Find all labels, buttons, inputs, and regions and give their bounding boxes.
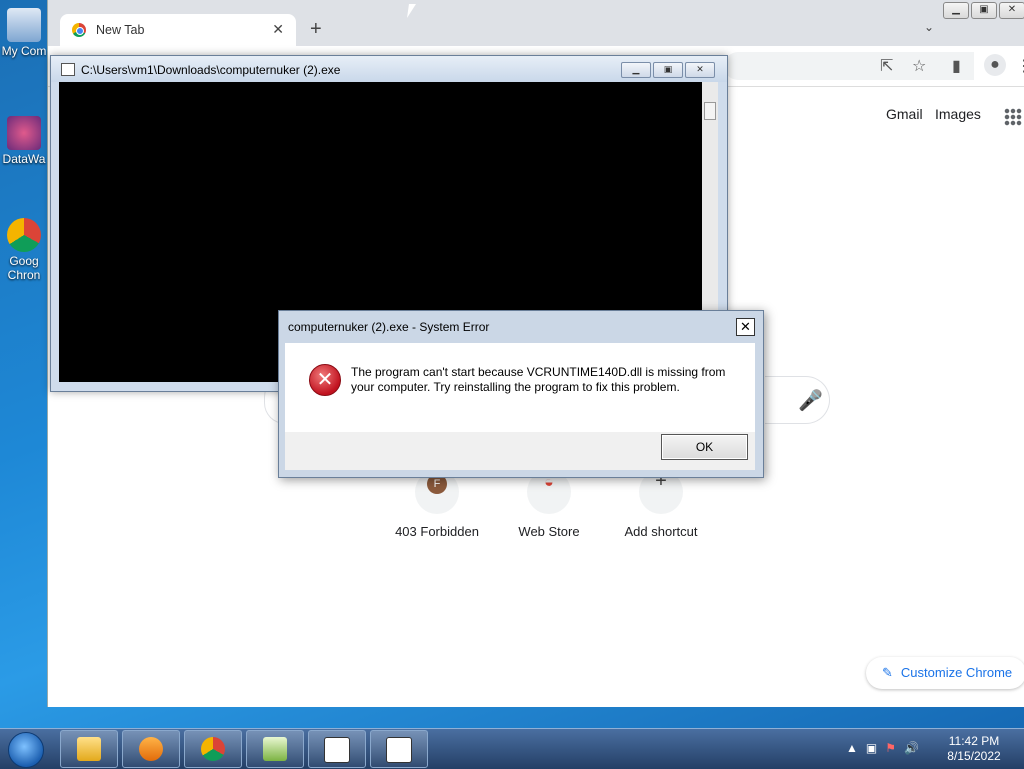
chrome-favicon-icon [72,23,86,37]
chrome-icon [201,737,225,761]
taskbar-media-player[interactable] [122,730,180,768]
folder-icon [77,737,101,761]
dialog-footer: OK [285,432,755,470]
chrome-menu-icon[interactable]: ⋮ [1016,56,1024,76]
address-bar[interactable] [724,52,974,80]
ok-button[interactable]: OK [661,434,748,460]
desktop-icon-computer[interactable]: My Com [0,8,48,58]
error-icon: ✕ [309,364,341,396]
dialog-title: computernuker (2).exe - System Error [288,320,490,334]
start-button[interactable] [8,732,44,768]
bookmark-star-icon[interactable]: ☆ [912,56,926,76]
computer-icon [7,8,41,42]
shortcut-add[interactable]: + Add shortcut [606,470,716,539]
console-icon [324,737,350,763]
show-hidden-icons-icon[interactable]: ▲ [846,741,858,755]
desktop-icon-datawatch[interactable]: DataWa [0,116,48,166]
side-panel-icon[interactable]: ▮ [952,56,961,76]
console-title: C:\Users\vm1\Downloads\computernuker (2)… [81,63,341,77]
dialog-body: ✕ The program can't start because VCRUNT… [285,343,755,432]
shortcut-web-store[interactable]: ◒ Web Store [494,470,604,539]
maximize-button[interactable]: ▣ [971,2,997,19]
dialog-close-button[interactable]: ✕ [736,318,755,336]
taskbar-console-1[interactable] [308,730,366,768]
share-icon[interactable]: ⇱ [880,56,893,76]
console-app-icon [61,63,75,76]
google-apps-icon[interactable] [1004,108,1022,126]
window-controls: ▁ ▣ ✕ [943,2,1024,19]
desktop-icon-label: My Com [1,44,47,58]
customize-label: Customize Chrome [900,665,1013,680]
console-maximize-button[interactable]: ▣ [653,62,683,78]
minimize-button[interactable]: ▁ [943,2,969,19]
volume-icon[interactable]: 🔊 [904,741,919,755]
notepad-icon [263,737,287,761]
shortcut-label: Web Store [518,524,580,539]
desktop-icon-chrome[interactable]: Goog Chron [0,218,48,282]
system-tray: ▲ ▣ ⚑ 🔊 [846,741,919,755]
system-error-dialog: computernuker (2).exe - System Error ✕ ✕… [278,310,764,478]
clock-date: 8/15/2022 [947,749,1001,763]
images-link[interactable]: Images [935,106,981,122]
taskbar-notepad-plus[interactable] [246,730,304,768]
shortcut-label: Add shortcut [624,524,698,539]
close-button[interactable]: ✕ [999,2,1024,19]
taskbar-clock[interactable]: 11:42 PM 8/15/2022 [940,734,1008,764]
scrollbar-thumb[interactable] [704,102,716,120]
taskbar-console-2[interactable] [370,730,428,768]
tab-close-icon[interactable]: ✕ [272,21,284,38]
clock-time: 11:42 PM [948,734,1000,748]
profile-avatar-icon[interactable]: ● [984,54,1006,76]
pencil-icon: ✎ [882,665,893,680]
media-player-icon [139,737,163,761]
tab-search-chevron-icon[interactable]: ⌄ [924,20,934,34]
desktop-icon-label: Goog Chron [7,254,41,282]
console-minimize-button[interactable]: ▁ [621,62,651,78]
taskbar-chrome[interactable] [184,730,242,768]
shortcut-label: 403 Forbidden [395,524,479,539]
action-center-flag-icon[interactable]: ⚑ [885,741,896,755]
voice-search-mic-icon[interactable]: 🎤 [798,388,823,413]
datawatch-icon [7,116,41,150]
customize-chrome-button[interactable]: ✎ Customize Chrome [866,657,1024,689]
tab-new-tab[interactable]: New Tab ✕ [60,14,296,46]
console-icon [386,737,412,763]
console-close-button[interactable]: ✕ [685,62,715,78]
taskbar-explorer[interactable] [60,730,118,768]
console-window-controls: ▁ ▣ ✕ [621,62,715,78]
network-icon[interactable]: ▣ [866,741,877,755]
tab-strip: New Tab ✕ + ⌄ ▁ ▣ ✕ [48,0,1024,46]
tab-title: New Tab [96,23,145,37]
console-titlebar[interactable]: C:\Users\vm1\Downloads\computernuker (2)… [51,56,727,82]
error-message: The program can't start because VCRUNTIM… [351,365,726,394]
desktop-icon-label: DataWa [2,152,46,166]
taskbar: ▲ ▣ ⚑ 🔊 11:42 PM 8/15/2022 [0,728,1024,769]
new-tab-button[interactable]: + [310,18,322,41]
chrome-desktop-icon [7,218,41,252]
shortcut-403-forbidden[interactable]: F 403 Forbidden [382,470,492,539]
gmail-link[interactable]: Gmail [886,106,923,122]
